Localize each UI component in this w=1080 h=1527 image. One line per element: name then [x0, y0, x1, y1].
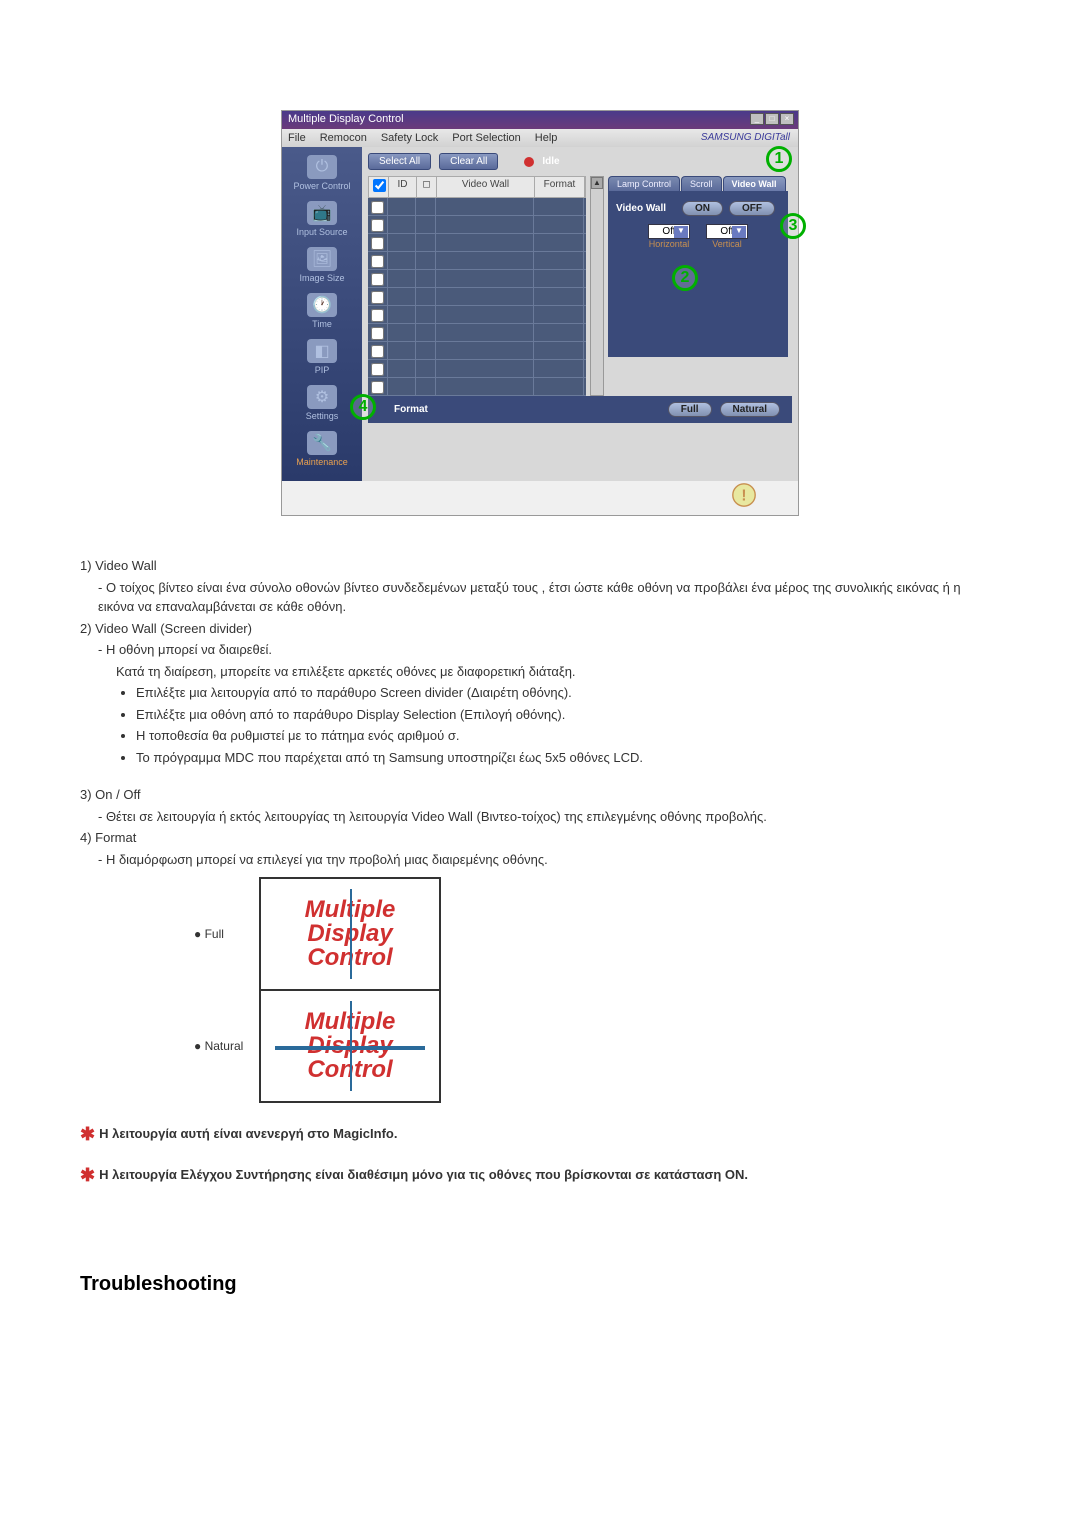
item-2-bullet-3: Η τοποθεσία θα ρυθμιστεί με το πάτημα εν…: [136, 726, 1000, 746]
image-size-icon: 🖼: [307, 247, 337, 271]
tab-lamp-control[interactable]: Lamp Control: [608, 176, 680, 191]
chevron-down-icon: ▼: [732, 226, 746, 238]
off-button[interactable]: OFF: [729, 201, 775, 216]
item-4-text: - Η διαμόρφωση μπορεί να επιλεγεί για τη…: [98, 850, 1000, 870]
table-row[interactable]: [368, 252, 586, 270]
item-3-text: - Θέτει σε λειτουργία ή εκτός λειτουργία…: [98, 807, 1000, 827]
callout-1: 1: [766, 146, 792, 172]
header-check[interactable]: [369, 177, 389, 197]
item-1-text: - Ο τοίχος βίντεο είναι ένα σύνολο οθονώ…: [98, 578, 1000, 617]
format-natural-image: Multiple Display Control: [275, 1001, 425, 1091]
input-icon: 📺: [307, 201, 337, 225]
mdc-window: Multiple Display Control _ □ × File Remo…: [281, 110, 799, 516]
table-row[interactable]: [368, 198, 586, 216]
settings-icon: ⚙: [307, 385, 337, 409]
table-row[interactable]: [368, 216, 586, 234]
format-natural-label: Natural: [180, 990, 260, 1102]
scrollbar[interactable]: ▲: [590, 176, 604, 396]
menu-port-selection[interactable]: Port Selection: [452, 132, 520, 144]
brand-label: SAMSUNG DIGITall: [701, 132, 790, 143]
sidebar-item-maintenance[interactable]: 🔧Maintenance: [282, 429, 362, 475]
table-row[interactable]: [368, 378, 586, 396]
sidebar-item-power-control[interactable]: ⏻Power Control: [282, 153, 362, 199]
header-video-wall: Video Wall: [437, 177, 535, 197]
idle-label: Idle: [542, 156, 559, 167]
menu-file[interactable]: File: [288, 132, 306, 144]
item-1-heading: 1) Video Wall: [80, 556, 1000, 576]
time-icon: 🕐: [307, 293, 337, 317]
power-icon: ⏻: [307, 155, 337, 179]
right-panel: Lamp Control Scroll Video Wall 1 Video W…: [608, 176, 788, 396]
title-bar: Multiple Display Control _ □ ×: [282, 111, 798, 129]
maximize-button[interactable]: □: [765, 113, 779, 125]
format-full-label: Full: [180, 878, 260, 990]
idle-indicator-icon: [524, 157, 534, 167]
table-row[interactable]: [368, 360, 586, 378]
menu-remocon[interactable]: Remocon: [320, 132, 367, 144]
star-icon: ✱: [80, 1165, 95, 1185]
table-row[interactable]: [368, 288, 586, 306]
vertical-label: Vertical: [706, 239, 748, 249]
format-label: Format: [394, 404, 428, 415]
sidebar-item-pip[interactable]: ◧PIP: [282, 337, 362, 383]
item-2-heading: 2) Video Wall (Screen divider): [80, 619, 1000, 639]
documentation-body: 1) Video Wall - Ο τοίχος βίντεο είναι έν…: [80, 556, 1000, 1299]
horizontal-label: Horizontal: [648, 239, 690, 249]
chevron-down-icon: ▼: [674, 226, 688, 238]
tab-scroll[interactable]: Scroll: [681, 176, 722, 191]
header-id: ID: [389, 177, 417, 197]
video-wall-label: Video Wall: [616, 203, 676, 214]
menu-safety-lock[interactable]: Safety Lock: [381, 132, 438, 144]
tab-video-wall[interactable]: Video Wall: [723, 176, 786, 191]
callout-3: 3: [780, 213, 806, 239]
natural-button[interactable]: Natural: [720, 402, 780, 417]
item-2-text-1: - Η οθόνη μπορεί να διαιρεθεί.: [98, 640, 1000, 660]
table-row[interactable]: [368, 342, 586, 360]
select-all-button[interactable]: Select All: [368, 153, 431, 170]
clear-all-button[interactable]: Clear All: [439, 153, 498, 170]
warning-icon: !: [730, 481, 758, 509]
sidebar-item-input-source[interactable]: 📺Input Source: [282, 199, 362, 245]
item-2-bullet-4: Το πρόγραμμα MDC που παρέχεται από τη Sa…: [136, 748, 1000, 768]
header-format: Format: [535, 177, 585, 197]
callout-4: 4: [350, 394, 376, 420]
menu-help[interactable]: Help: [535, 132, 558, 144]
vertical-select[interactable]: Off▼: [706, 224, 748, 239]
header-icon: ◻: [417, 177, 437, 197]
full-button[interactable]: Full: [668, 402, 712, 417]
sidebar-item-time[interactable]: 🕐Time: [282, 291, 362, 337]
format-full-image: Multiple Display Control: [275, 889, 425, 979]
table-row[interactable]: [368, 234, 586, 252]
note-2: ✱Η λειτουργία Ελέγχου Συντήρησης είναι δ…: [80, 1162, 1000, 1189]
format-table: Full Multiple Display Control Natural: [180, 877, 441, 1103]
sidebar: ⏻Power Control 📺Input Source 🖼Image Size…: [282, 147, 362, 481]
troubleshooting-heading: Troubleshooting: [80, 1269, 1000, 1299]
close-button[interactable]: ×: [780, 113, 794, 125]
maintenance-icon: 🔧: [307, 431, 337, 455]
item-2-bullet-2: Επιλέξτε μια οθόνη από το παράθυρο Displ…: [136, 705, 1000, 725]
menu-bar: File Remocon Safety Lock Port Selection …: [282, 129, 798, 147]
item-4-heading: 4) Format: [80, 828, 1000, 848]
status-bar: !: [282, 481, 798, 515]
on-button[interactable]: ON: [682, 201, 723, 216]
pip-icon: ◧: [307, 339, 337, 363]
item-2-bullet-1: Επιλέξτε μια λειτουργία από το παράθυρο …: [136, 683, 1000, 703]
star-icon: ✱: [80, 1124, 95, 1144]
display-table: ID ◻ Video Wall Format: [368, 176, 586, 396]
callout-2: 2: [672, 265, 698, 291]
note-1: ✱Η λειτουργία αυτή είναι ανενεργή στο Ma…: [80, 1121, 1000, 1148]
sidebar-item-image-size[interactable]: 🖼Image Size: [282, 245, 362, 291]
minimize-button[interactable]: _: [750, 113, 764, 125]
item-3-heading: 3) On / Off: [80, 785, 1000, 805]
horizontal-select[interactable]: Off▼: [648, 224, 690, 239]
table-row[interactable]: [368, 270, 586, 288]
item-2-text-2: Κατά τη διαίρεση, μπορείτε να επιλέξετε …: [116, 662, 1000, 682]
window-title: Multiple Display Control: [288, 113, 404, 125]
table-row[interactable]: [368, 306, 586, 324]
svg-text:!: !: [741, 488, 746, 505]
table-row[interactable]: [368, 324, 586, 342]
